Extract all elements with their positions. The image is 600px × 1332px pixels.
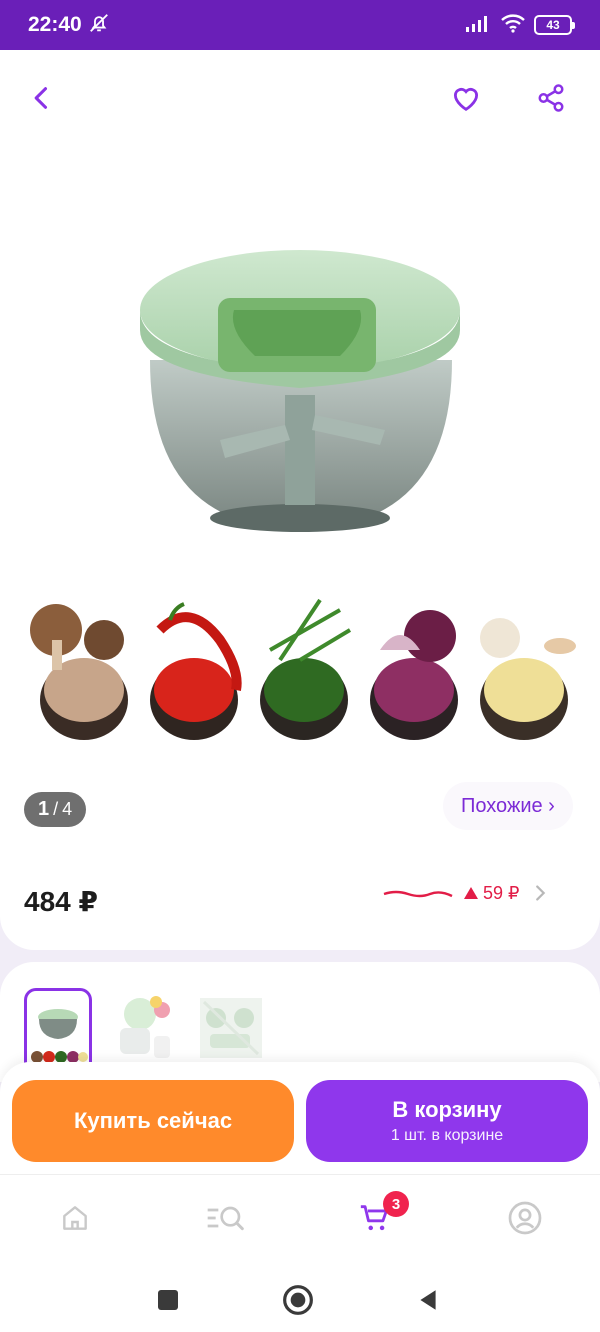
battery-icon: 43 xyxy=(534,15,575,35)
in-cart-note: 1 шт. в корзине xyxy=(390,1127,504,1144)
catalog-search-icon xyxy=(207,1206,244,1231)
signal-icon xyxy=(466,14,492,37)
veggie-herbs xyxy=(260,598,352,740)
triangle-back-icon xyxy=(420,1290,436,1310)
price-history-button[interactable]: 59 ₽ xyxy=(382,882,551,904)
recents-button[interactable] xyxy=(148,1280,188,1320)
status-bar: 22:40 43 xyxy=(0,0,600,50)
product-image[interactable] xyxy=(0,160,600,780)
bell-off-icon xyxy=(88,12,110,39)
arrow-up-icon xyxy=(464,887,478,899)
veggie-peppers xyxy=(150,602,242,740)
status-time: 22:40 xyxy=(28,13,82,36)
thumbnail-image xyxy=(31,1009,88,1063)
tab-cart[interactable]: 3 xyxy=(345,1191,409,1243)
home-system-button[interactable] xyxy=(278,1280,318,1320)
profile-icon xyxy=(508,1201,542,1235)
tab-bar: 3 xyxy=(0,1174,600,1262)
veggie-mushrooms xyxy=(30,604,128,740)
thumbnail-image xyxy=(200,998,262,1058)
square-icon xyxy=(158,1290,178,1310)
price: 484 ₽ xyxy=(24,886,98,917)
share-icon xyxy=(538,84,564,112)
back-button[interactable] xyxy=(18,74,66,122)
heart-icon xyxy=(453,87,479,111)
tab-catalog[interactable] xyxy=(195,1193,255,1243)
add-to-cart-button[interactable]: В корзину 1 шт. в корзине xyxy=(306,1080,588,1162)
action-panel: Купить сейчас В корзину 1 шт. в корзине xyxy=(0,1062,600,1174)
price-change: 59 ₽ xyxy=(464,883,519,904)
share-button[interactable] xyxy=(527,74,575,122)
price-trend-sparkline xyxy=(383,890,453,898)
system-navigation-bar xyxy=(0,1262,600,1332)
image-pager: 1 / 4 xyxy=(24,792,87,827)
product-card: 1 / 4 Похожие › 484 ₽ 59 ₽ xyxy=(0,50,600,950)
favorite-button[interactable] xyxy=(442,74,490,122)
veggie-onion xyxy=(370,610,458,740)
add-to-cart-label: В корзину xyxy=(392,1097,502,1122)
wifi-icon xyxy=(500,13,526,38)
chevron-right-icon xyxy=(536,885,546,901)
thumbnail-1[interactable] xyxy=(24,988,92,1070)
buy-now-button[interactable]: Купить сейчас xyxy=(12,1080,294,1162)
thumbnail-2[interactable] xyxy=(110,988,178,1070)
thumbnail-3[interactable] xyxy=(196,988,264,1070)
similar-button[interactable]: Похожие › xyxy=(443,782,573,830)
cart-count-badge: 3 xyxy=(383,1191,409,1217)
tab-profile[interactable] xyxy=(495,1193,555,1243)
veggie-garlic xyxy=(480,618,576,740)
circle-icon xyxy=(283,1285,313,1315)
chevron-left-icon xyxy=(34,87,48,109)
home-icon xyxy=(63,1206,87,1230)
tab-home[interactable] xyxy=(45,1193,105,1243)
thumbnail-image xyxy=(120,996,170,1058)
back-system-button[interactable] xyxy=(408,1280,448,1320)
